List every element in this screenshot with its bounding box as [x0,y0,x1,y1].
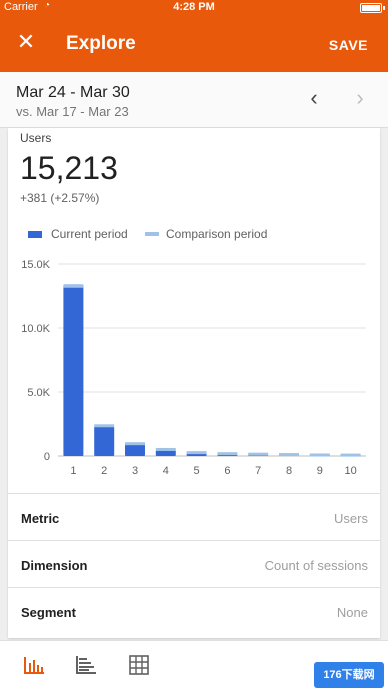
row-metric-label: Metric [21,511,60,526]
row-dimension-value: Count of sessions [264,558,368,573]
x-tick-label: 2 [101,465,107,477]
close-icon[interactable]: ✕ [14,30,38,54]
save-button[interactable]: SAVE [329,37,368,53]
x-tick-label: 5 [194,465,200,477]
watermark-logo: 176下载网 [314,662,384,688]
x-tick-label: 6 [224,465,230,477]
x-tick-label: 3 [132,465,138,477]
y-tick-label: 0 [44,451,50,463]
comparison-range: vs. Mar 17 - Mar 23 [16,104,129,119]
x-tick-label: 8 [286,465,292,477]
bar-comparison [340,453,361,457]
bottom-tab-bar: 176下载网 [0,640,388,692]
chevron-right-icon[interactable]: › [350,86,370,110]
x-tick-label: 4 [163,465,169,477]
x-tick-label: 1 [70,465,76,477]
status-time: 4:28 PM [173,1,215,13]
legend-comparison-label: Comparison period [166,227,268,241]
row-dimension-label: Dimension [21,558,88,573]
metric-value: 15,213 [20,150,118,186]
date-range-bar[interactable]: Mar 24 - Mar 30 vs. Mar 17 - Mar 23 ‹ › [0,72,388,128]
horizontal-bar-icon[interactable] [74,655,98,675]
bar-current [63,284,84,456]
row-dimension[interactable]: Dimension Count of sessions [8,540,380,587]
bar-comparison [279,453,299,457]
x-tick-label: 10 [344,465,356,477]
bar-comparison [309,453,330,457]
row-segment[interactable]: Segment None [8,587,380,634]
explore-card: Users 15,213 +381 (+2.57%) Current perio… [8,128,380,638]
y-tick-label: 15.0K [21,259,50,271]
bar-current [94,426,115,456]
chevron-left-icon[interactable]: ‹ [304,86,324,110]
bar-current [125,444,145,456]
bar-comparison [186,451,207,455]
row-segment-label: Segment [21,605,76,620]
row-metric-value: Users [334,511,368,526]
bar-chart-icon[interactable] [22,655,46,675]
bar-comparison [125,442,145,446]
legend-current-label: Current period [51,227,128,241]
bar-current [155,450,176,456]
metric-label: Users [20,131,52,145]
status-bar: Carrier ◔ 4:28 PM [0,0,388,16]
bar-comparison [248,452,269,456]
x-tick-label: 9 [317,465,323,477]
table-grid-icon[interactable] [127,655,151,675]
date-range: Mar 24 - Mar 30 [16,84,130,101]
y-tick-label: 10.0K [21,323,50,335]
legend-comparison-swatch [145,232,159,236]
y-tick-label: 5.0K [27,387,50,399]
row-metric[interactable]: Metric Users [8,493,380,540]
bar-chart: 0 5.0K 10.0K 15.0K 1 2 3 4 5 6 7 8 9 10 [21,259,366,477]
battery-icon [360,3,382,13]
app-bar: ✕ Explore SAVE [0,16,388,72]
bar-comparison [217,452,238,456]
settings-list: Metric Users Dimension Count of sessions… [8,493,380,634]
bar-comparison [94,424,115,428]
row-segment-value: None [336,605,368,620]
battery-tip [383,6,385,10]
legend-current-swatch [28,231,42,238]
page-title: Explore [66,33,136,54]
metric-change: +381 (+2.57%) [20,191,100,205]
x-tick-label: 7 [255,465,261,477]
bar-comparison [63,284,84,288]
bar-comparison [155,447,176,451]
